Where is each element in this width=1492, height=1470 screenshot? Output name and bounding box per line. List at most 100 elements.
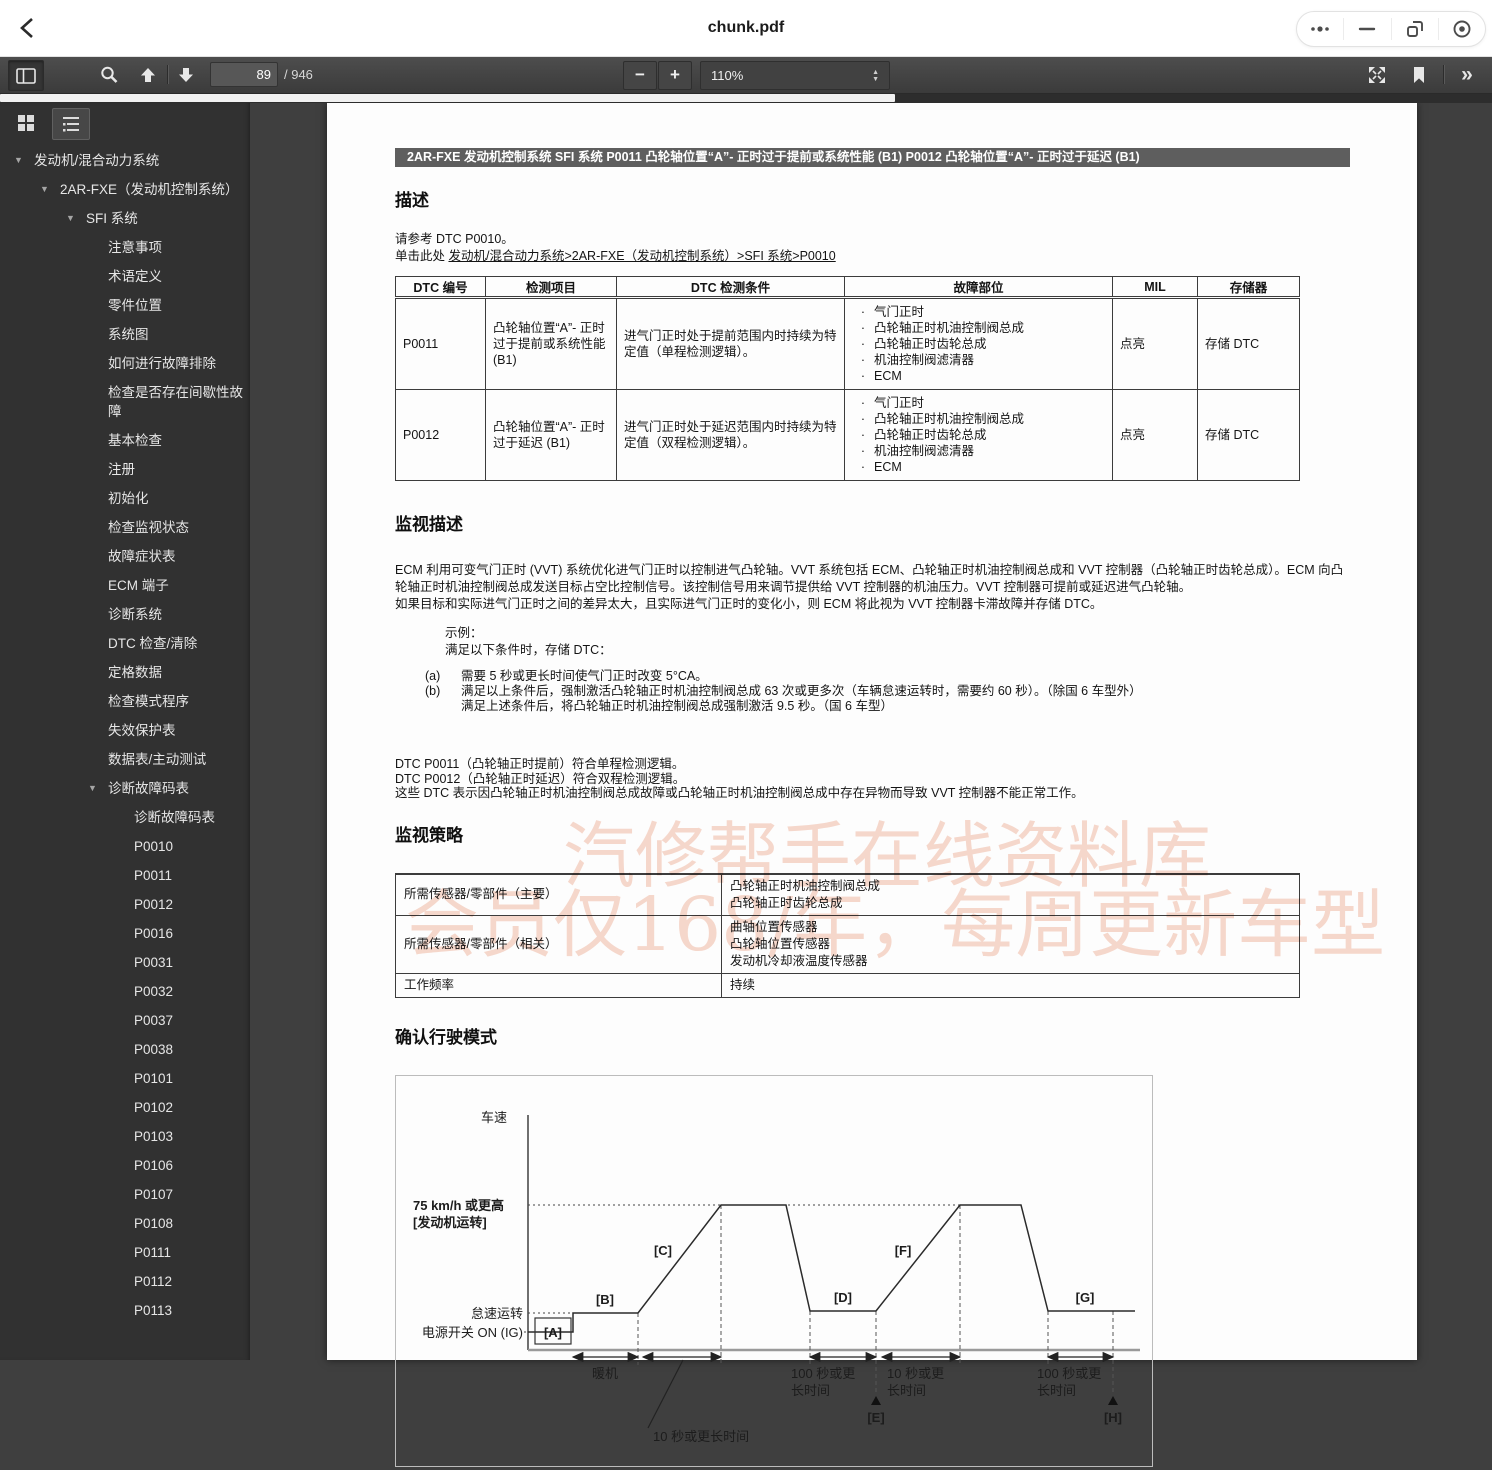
- document-outline: ▼发动机/混合动力系统 ▼2AR-FXE（发动机控制系统） ▼SFI 系统注意事项术…: [0, 151, 250, 1330]
- caret-spacer: [88, 354, 108, 373]
- previous-page-button[interactable]: [132, 60, 164, 89]
- bullet-icon: ·: [852, 320, 874, 336]
- find-button[interactable]: [92, 60, 126, 89]
- horizontal-scrollbar[interactable]: [0, 93, 1492, 103]
- condition-b: (b) 满足以上条件后，强制激活凸轮轴正时机油控制阀总成 63 次或更多次（车辆…: [425, 684, 1350, 714]
- outline-item[interactable]: 注册: [0, 460, 250, 479]
- doc-header-bar: 2AR-FXE 发动机控制系统 SFI 系统 P0011 凸轮轴位置“A”- 正…: [395, 148, 1350, 167]
- outline-item[interactable]: 检查是否存在间歇性故障: [0, 383, 250, 421]
- bullet-icon: ·: [852, 368, 874, 384]
- outline-item[interactable]: P0103: [0, 1127, 250, 1146]
- caret-spacer: [114, 1011, 134, 1030]
- outline-item[interactable]: ▼诊断故障码表: [0, 779, 250, 798]
- outline-item[interactable]: P0011: [0, 866, 250, 885]
- more-options-button[interactable]: [1297, 18, 1343, 40]
- outline-item[interactable]: 数据表/主动测试: [0, 750, 250, 769]
- outline-item-label: P0011: [134, 866, 250, 885]
- outline-item[interactable]: ECM 端子: [0, 576, 250, 595]
- trouble-area-item: ·凸轮轴正时齿轮总成: [852, 336, 1105, 352]
- outline-view-button[interactable]: [52, 108, 90, 140]
- page-content: 2AR-FXE 发动机控制系统 SFI 系统 P0011 凸轮轴位置“A”- 正…: [327, 103, 1417, 1467]
- chart-label-d: [D]: [834, 1290, 852, 1305]
- caret-spacer: [114, 1040, 134, 1059]
- trouble-area-text: 机油控制阀滤清器: [874, 443, 974, 459]
- strategy-value: 持续: [730, 977, 1291, 994]
- section-title-description: 描述: [395, 186, 1350, 211]
- outline-item[interactable]: 定格数据: [0, 663, 250, 682]
- outline-item[interactable]: P0032: [0, 982, 250, 1001]
- toolbar-overflow-button[interactable]: »: [1450, 60, 1484, 89]
- example-label: 示例：: [445, 625, 1350, 642]
- cell-detection-condition: 进气门正时处于提前范围内时持续为特定值（单程检测逻辑）。: [617, 298, 845, 390]
- outline-item[interactable]: 诊断系统: [0, 605, 250, 624]
- outline-item[interactable]: P0111: [0, 1243, 250, 1262]
- minimize-button[interactable]: [1343, 18, 1390, 40]
- breadcrumb-link[interactable]: 发动机/混合动力系统>2AR-FXE（发动机控制系统）>SFI 系统>P0010: [448, 249, 835, 263]
- trouble-area-text: 凸轮轴正时齿轮总成: [874, 336, 987, 352]
- outline-item-label: P0032: [134, 982, 250, 1001]
- caret-spacer: [88, 576, 108, 595]
- horizontal-scrollbar-thumb[interactable]: [0, 94, 895, 102]
- outline-item[interactable]: ▼发动机/混合动力系统: [0, 151, 250, 170]
- outline-item[interactable]: 初始化: [0, 489, 250, 508]
- outline-item[interactable]: P0101: [0, 1069, 250, 1088]
- outline-item-label: 诊断故障码表: [134, 808, 250, 827]
- record-button[interactable]: [1438, 18, 1485, 40]
- outline-item[interactable]: 基本检查: [0, 431, 250, 450]
- outline-item[interactable]: ▼2AR-FXE（发动机控制系统）: [0, 180, 250, 199]
- outline-item[interactable]: P0108: [0, 1214, 250, 1233]
- zoom-in-button[interactable]: +: [658, 61, 692, 90]
- outline-item[interactable]: DTC 检查/清除: [0, 634, 250, 653]
- outline-item[interactable]: P0107: [0, 1185, 250, 1204]
- outline-item-label: 注意事项: [108, 238, 250, 257]
- restore-window-button[interactable]: [1391, 18, 1438, 40]
- outline-item[interactable]: P0038: [0, 1040, 250, 1059]
- outline-item[interactable]: P0037: [0, 1011, 250, 1030]
- toolbar-divider: [167, 65, 168, 84]
- outline-item[interactable]: 如何进行故障排除: [0, 354, 250, 373]
- outline-item[interactable]: P0031: [0, 953, 250, 972]
- outline-item[interactable]: P0010: [0, 837, 250, 856]
- outline-item[interactable]: ▼SFI 系统: [0, 209, 250, 228]
- outline-item[interactable]: 失效保护表: [0, 721, 250, 740]
- zoom-level-select[interactable]: 110% ▲▼: [700, 61, 890, 90]
- strategy-row: 所需传感器/零部件（主要）凸轮轴正时机油控制阀总成凸轮轴正时齿轮总成: [396, 874, 1300, 916]
- outline-item[interactable]: 故障症状表: [0, 547, 250, 566]
- zoom-level-value: 110%: [711, 68, 743, 83]
- outline-item-label: 系统图: [108, 325, 250, 344]
- outline-item[interactable]: 零件位置: [0, 296, 250, 315]
- next-page-button[interactable]: [170, 60, 202, 89]
- dtc-table-row: P0012凸轮轴位置“A”- 正时过于延迟 (B1)进气门正时处于延迟范围内时持…: [396, 390, 1300, 481]
- outline-item[interactable]: 系统图: [0, 325, 250, 344]
- outline-item[interactable]: P0102: [0, 1098, 250, 1117]
- outline-item[interactable]: 检查模式程序: [0, 692, 250, 711]
- outline-item[interactable]: P0106: [0, 1156, 250, 1175]
- logic-lines: DTC P0011（凸轮轴正时提前）符合单程检测逻辑。 DTC P0012（凸轮…: [395, 757, 1350, 801]
- col-header: DTC 检测条件: [617, 277, 845, 298]
- section-title-drive-pattern: 确认行驶模式: [395, 1023, 1350, 1048]
- arrow-up-icon: [138, 65, 158, 85]
- presentation-mode-button[interactable]: [1360, 60, 1394, 89]
- toggle-sidebar-button[interactable]: [8, 60, 44, 91]
- outline-item-label: 零件位置: [108, 296, 250, 315]
- outline-item[interactable]: P0012: [0, 895, 250, 914]
- outline-item[interactable]: 术语定义: [0, 267, 250, 286]
- trouble-area-item: ·ECM: [852, 459, 1105, 475]
- outline-item[interactable]: 注意事项: [0, 238, 250, 257]
- bookmark-button[interactable]: [1402, 60, 1436, 89]
- outline-item[interactable]: P0113: [0, 1301, 250, 1320]
- caret-spacer: [88, 267, 108, 286]
- caret-spacer: [114, 1301, 134, 1320]
- chart-label-f: [F]: [895, 1243, 912, 1258]
- zoom-out-button[interactable]: −: [623, 61, 657, 90]
- outline-item[interactable]: P0016: [0, 924, 250, 943]
- chart-t10-label-a: 10 秒或更: [887, 1366, 944, 1381]
- outline-item[interactable]: P0112: [0, 1272, 250, 1291]
- outline-item[interactable]: 检查监视状态: [0, 518, 250, 537]
- outline-item-label: P0106: [134, 1156, 250, 1175]
- outline-item[interactable]: 诊断故障码表: [0, 808, 250, 827]
- page-number-input[interactable]: [210, 62, 278, 87]
- chart-label-e: [E]: [867, 1410, 884, 1425]
- thumbnails-view-button[interactable]: [8, 108, 44, 138]
- pdf-viewer-area[interactable]: 汽修帮手在线资料库 会员仅168/年，每周更新车型 2AR-FXE 发动机控制系…: [250, 103, 1492, 1360]
